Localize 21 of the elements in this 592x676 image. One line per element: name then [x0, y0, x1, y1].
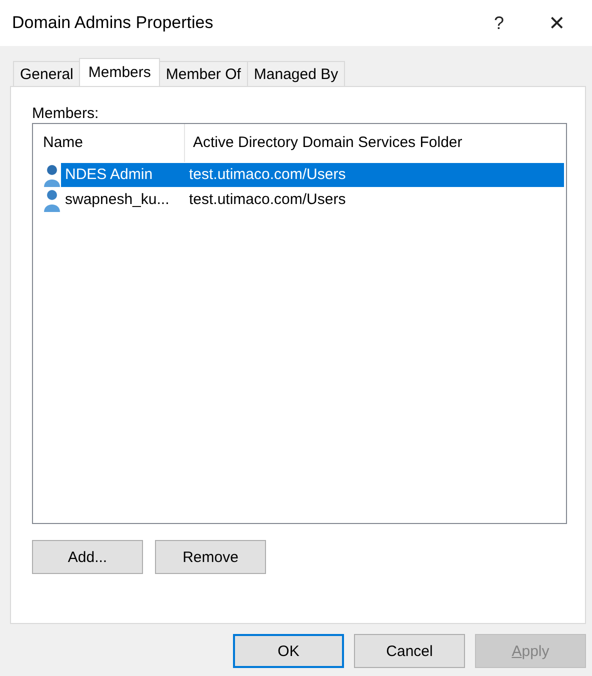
tab[interactable]: General — [13, 61, 80, 86]
table-cell[interactable]: NDES Admin — [61, 166, 183, 183]
user-icon — [43, 188, 61, 212]
table-cell-text: test.utimaco.com/Users — [188, 166, 346, 183]
tab[interactable]: Members — [79, 58, 160, 86]
table-cell-text: test.utimaco.com/Users — [188, 191, 346, 208]
dialog-button[interactable]: OK — [233, 634, 344, 668]
table-cell[interactable]: swapnesh_ku... — [61, 191, 183, 208]
column-header[interactable]: Active Directory Domain Services Folder — [185, 124, 566, 162]
dialog-button[interactable]: Cancel — [354, 634, 465, 668]
close-button[interactable]: ✕ — [534, 0, 580, 46]
list-button[interactable]: Remove — [155, 540, 266, 574]
list-button[interactable]: Add... — [32, 540, 143, 574]
help-button[interactable]: ? — [476, 0, 522, 46]
tab[interactable]: Managed By — [246, 61, 346, 86]
window-title: Domain Admins Properties — [12, 13, 214, 33]
column-header[interactable]: Name — [33, 124, 185, 162]
table-row[interactable]: swapnesh_ku... test.utimaco.com/Users — [61, 188, 564, 212]
user-icon — [43, 162, 61, 186]
members-label: Members: — [32, 105, 100, 123]
selection-highlight[interactable]: NDES Admin test.utimaco.com/Users — [61, 162, 564, 186]
